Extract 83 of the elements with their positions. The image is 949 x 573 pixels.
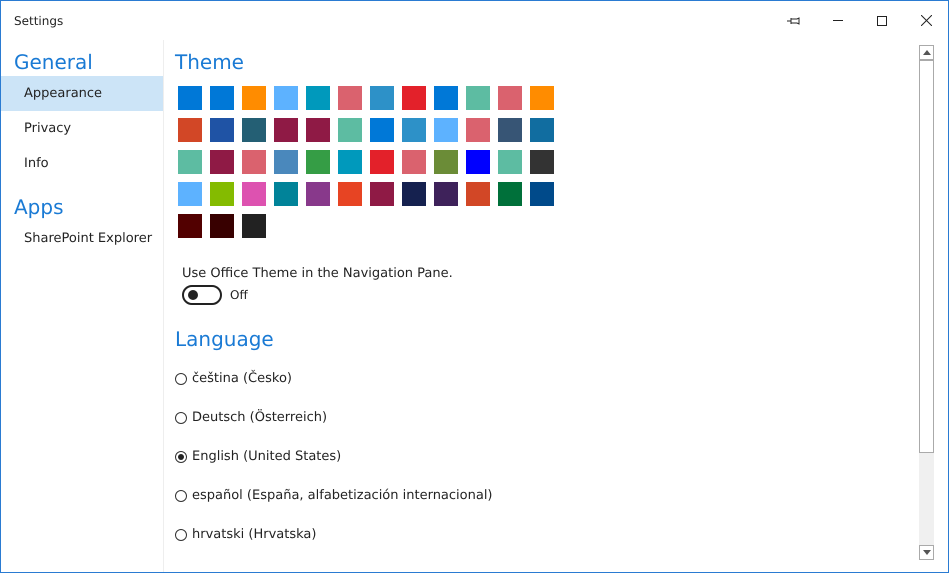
color-swatch[interactable] bbox=[274, 182, 298, 206]
section-heading: Apps bbox=[13, 194, 64, 221]
color-swatch[interactable] bbox=[434, 118, 458, 142]
radio-button[interactable] bbox=[175, 450, 187, 462]
color-swatch[interactable] bbox=[274, 118, 298, 142]
section-heading: Theme bbox=[175, 49, 245, 76]
color-swatch[interactable] bbox=[498, 150, 522, 174]
color-swatch[interactable] bbox=[466, 118, 490, 142]
color-swatch[interactable] bbox=[306, 182, 330, 206]
color-swatch[interactable] bbox=[178, 86, 202, 110]
color-swatch[interactable] bbox=[306, 86, 330, 110]
radio-label: Deutsch (Österreich) bbox=[192, 410, 328, 425]
color-swatch[interactable] bbox=[210, 214, 234, 238]
color-swatch[interactable] bbox=[370, 118, 394, 142]
sidebar-item[interactable]: SharePoint Explorer bbox=[1, 221, 163, 256]
color-swatch[interactable] bbox=[306, 118, 330, 142]
section-heading: General bbox=[13, 49, 94, 76]
color-swatch[interactable] bbox=[498, 118, 522, 142]
minimize-icon[interactable] bbox=[833, 20, 843, 21]
color-swatch[interactable] bbox=[178, 118, 202, 142]
color-swatch[interactable] bbox=[370, 182, 394, 206]
color-swatch[interactable] bbox=[242, 182, 266, 206]
radio-label: español (España, alfabetización internacional) bbox=[192, 488, 492, 503]
color-swatch[interactable] bbox=[338, 118, 362, 142]
color-swatch[interactable] bbox=[338, 150, 362, 174]
sidebar-item[interactable]: Privacy bbox=[1, 111, 163, 146]
section-heading: Language bbox=[175, 326, 275, 353]
color-swatch[interactable] bbox=[242, 86, 266, 110]
radio-label: hrvatski (Hrvatska) bbox=[192, 527, 316, 542]
color-swatch[interactable] bbox=[306, 150, 330, 174]
maximize-icon[interactable] bbox=[877, 16, 887, 26]
color-swatch[interactable] bbox=[402, 150, 426, 174]
color-swatch[interactable] bbox=[370, 150, 394, 174]
pin-icon[interactable] bbox=[787, 16, 801, 26]
color-swatch[interactable] bbox=[434, 150, 458, 174]
color-swatch[interactable] bbox=[434, 182, 458, 206]
color-swatch[interactable] bbox=[402, 118, 426, 142]
scroll-down-button[interactable] bbox=[919, 545, 934, 560]
color-swatch[interactable] bbox=[338, 182, 362, 206]
color-swatch[interactable] bbox=[242, 150, 266, 174]
color-swatch[interactable] bbox=[434, 86, 458, 110]
color-swatch[interactable] bbox=[210, 150, 234, 174]
radio-label: English (United States) bbox=[192, 449, 342, 464]
color-swatch[interactable] bbox=[498, 86, 522, 110]
color-swatch[interactable] bbox=[210, 182, 234, 206]
color-swatch[interactable] bbox=[530, 182, 554, 206]
color-swatch[interactable] bbox=[530, 86, 554, 110]
color-swatch[interactable] bbox=[178, 182, 202, 206]
color-swatch[interactable] bbox=[242, 214, 266, 238]
color-swatch[interactable] bbox=[466, 182, 490, 206]
toggle-switch[interactable] bbox=[182, 285, 222, 305]
down-arrow-icon[interactable] bbox=[922, 550, 930, 555]
close-icon[interactable] bbox=[920, 15, 932, 26]
color-swatch[interactable] bbox=[210, 86, 234, 110]
color-swatch[interactable] bbox=[242, 118, 266, 142]
color-swatch[interactable] bbox=[178, 150, 202, 174]
radio-button[interactable] bbox=[175, 528, 187, 540]
color-swatch[interactable] bbox=[274, 150, 298, 174]
scroll-up-button[interactable] bbox=[919, 45, 934, 60]
color-swatch[interactable] bbox=[210, 118, 234, 142]
up-arrow-icon[interactable] bbox=[922, 50, 930, 55]
color-swatch[interactable] bbox=[530, 150, 554, 174]
window-title: Settings bbox=[14, 14, 64, 28]
color-swatch[interactable] bbox=[402, 182, 426, 206]
color-swatch[interactable] bbox=[530, 118, 554, 142]
scrollbar-track[interactable] bbox=[919, 453, 934, 545]
color-swatch[interactable] bbox=[274, 86, 298, 110]
sidebar-item[interactable]: Info bbox=[1, 146, 163, 181]
color-swatch[interactable] bbox=[498, 182, 522, 206]
toggle-label: Use Office Theme in the Navigation Pane. bbox=[182, 266, 454, 281]
toggle-state: Off bbox=[230, 288, 248, 302]
radio-label: čeština (Česko) bbox=[192, 371, 292, 386]
radio-button[interactable] bbox=[175, 490, 187, 502]
color-swatch[interactable] bbox=[466, 86, 490, 110]
scrollbar-thumb[interactable] bbox=[919, 60, 934, 453]
color-swatch[interactable] bbox=[402, 86, 426, 110]
color-swatch[interactable] bbox=[370, 86, 394, 110]
color-swatch[interactable] bbox=[338, 86, 362, 110]
radio-button[interactable] bbox=[175, 412, 187, 424]
color-swatch[interactable] bbox=[178, 214, 202, 238]
radio-button[interactable] bbox=[175, 372, 187, 384]
color-swatch[interactable] bbox=[466, 150, 490, 174]
sidebar-item[interactable]: Appearance bbox=[1, 76, 163, 111]
